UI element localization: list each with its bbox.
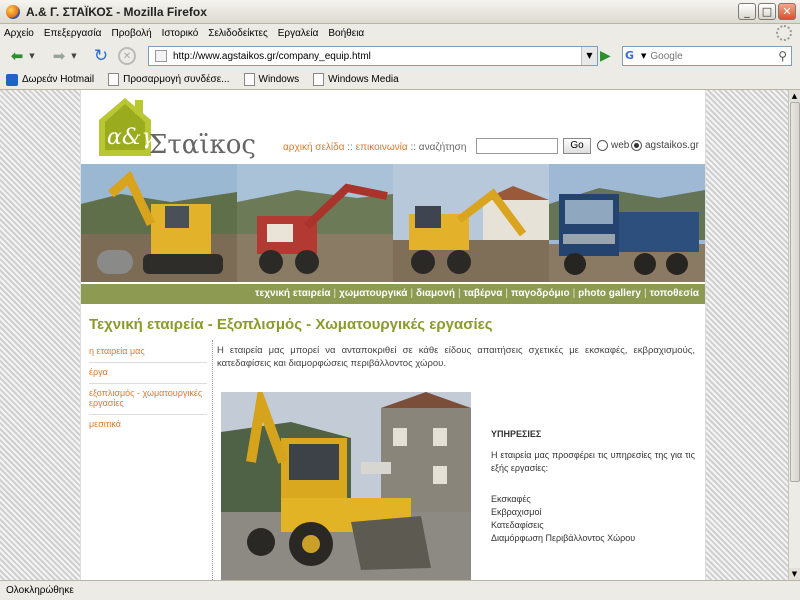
scroll-down-icon[interactable]: ▼ [789, 568, 800, 580]
forward-arrow-icon[interactable]: ➡ [48, 45, 70, 67]
address-bar[interactable]: http://www.agstaikos.gr/company_equip.ht… [148, 46, 598, 66]
vertical-scrollbar[interactable]: ▲ ▼ [788, 90, 800, 580]
radio-site-label: agstaikos.gr [645, 140, 699, 151]
menu-bookmarks[interactable]: Σελιδοδείκτες [208, 28, 267, 39]
service-item: Διαμόρφωση Περιβάλλοντος Χώρου [491, 533, 636, 543]
menu-help[interactable]: Βοήθεια [328, 28, 364, 39]
radio-web[interactable] [597, 140, 608, 151]
status-bar: Ολοκληρώθηκε [0, 580, 800, 600]
contact-link[interactable]: επικοινωνία [356, 142, 408, 153]
google-icon[interactable]: G [625, 49, 641, 63]
service-item: Εκσκαφές [491, 494, 531, 504]
go-button[interactable]: Go [563, 138, 591, 154]
radio-web-label: web [611, 140, 630, 151]
service-item: Εκβραχισμοί [491, 507, 542, 517]
bookmark-label: Προσαρμογή συνδέσε... [123, 74, 230, 85]
page-viewport: α&γ Σταϊκος αρχική σελίδα :: επικοινωνία… [0, 90, 788, 580]
nav-tavern[interactable]: ταβέρνα [464, 288, 503, 299]
bookmark-customize-links[interactable]: Προσαρμογή συνδέσε... [108, 73, 230, 86]
menu-view[interactable]: Προβολή [111, 28, 151, 39]
stop-icon[interactable]: ✕ [118, 47, 136, 65]
nav-earthworks[interactable]: χωματουργικά [339, 288, 407, 299]
intro-text: Η εταιρεία μας μπορεί να ανταποκριθεί σε… [217, 345, 695, 369]
back-arrow-icon[interactable]: ⬅ [6, 45, 28, 67]
search-box[interactable]: G ▼ ⚲ [622, 46, 792, 66]
services-panel: ΥΠΗΡΕΣΙΕΣ Η εταιρεία μας προσφέρει τις υ… [491, 428, 695, 545]
nav-ice-rink[interactable]: παγοδρόμιο [511, 288, 570, 299]
top-navigation: αρχική σελίδα :: επικοινωνία :: αναζήτησ… [283, 142, 467, 153]
bookmark-label: Windows [258, 74, 300, 85]
menu-edit[interactable]: Επεξεργασία [44, 28, 102, 39]
photo-backhoe-loader [221, 392, 471, 580]
menu-bar: Αρχείο Επεξεργασία Προβολή Ιστορικό Σελι… [0, 24, 800, 42]
bookmark-hotmail[interactable]: Δωρεάν Hotmail [6, 73, 95, 86]
bookmark-label: Δωρεάν Hotmail [22, 74, 95, 85]
page-title: Τεχνική εταιρεία - Εξοπλισμός - Χωματουρ… [89, 316, 493, 333]
site-logo[interactable]: α&γ Σταϊκος [93, 92, 256, 162]
maximize-button[interactable]: □ [758, 3, 776, 20]
menu-file[interactable]: Αρχείο [4, 28, 34, 39]
search-engine-dropdown-icon[interactable]: ▼ [641, 52, 646, 60]
photo-yellow-excavator [81, 164, 237, 282]
site-search-input[interactable] [476, 138, 558, 154]
minimize-button[interactable]: _ [738, 3, 756, 20]
page-container: α&γ Σταϊκος αρχική σελίδα :: επικοινωνία… [80, 90, 706, 580]
scroll-thumb[interactable] [790, 102, 800, 482]
menu-tools[interactable]: Εργαλεία [278, 28, 319, 39]
side-item-our-company[interactable]: η εταιρεία μας [89, 342, 207, 363]
firefox-icon [6, 4, 20, 19]
radio-site[interactable] [631, 140, 642, 151]
url-text[interactable]: http://www.agstaikos.gr/company_equip.ht… [173, 51, 371, 62]
window-titlebar: Α.& Γ. ΣΤΑΪΚΟΣ - Mozilla Firefox _ □ ✕ [0, 0, 800, 24]
search-label: αναζήτηση [418, 142, 467, 153]
side-navigation: η εταιρεία μας έργα εξοπλισμός - χωματου… [89, 342, 207, 435]
back-history-dropdown-icon[interactable]: ▼ [28, 45, 36, 67]
nav-photo-gallery[interactable]: photo gallery [578, 288, 641, 299]
menu-history[interactable]: Ιστορικό [162, 28, 199, 39]
msn-icon [6, 73, 18, 86]
logo-mark: α&γ [107, 125, 155, 150]
magnifier-icon[interactable]: ⚲ [778, 49, 787, 63]
close-button[interactable]: ✕ [778, 3, 796, 20]
sidenav-divider [212, 340, 213, 580]
url-dropdown-icon[interactable]: ▼ [581, 47, 597, 65]
nav-technical-company[interactable]: τεχνική εταιρεία [255, 288, 330, 299]
main-navigation: τεχνική εταιρεία | χωματουργικά | διαμονή | τα… [81, 284, 705, 304]
side-item-projects[interactable]: έργα [89, 363, 207, 384]
scroll-up-icon[interactable]: ▲ [789, 90, 800, 102]
banner-photos [81, 164, 705, 282]
side-item-equipment[interactable]: εξοπλισμός - χωματουργικές εργασίες [89, 384, 207, 415]
photo-blue-truck [549, 164, 705, 282]
house-logo-icon: α&γ [99, 98, 155, 156]
bookmark-windows-media[interactable]: Windows Media [313, 73, 399, 86]
photo-wheeled-excavator [393, 164, 549, 282]
services-heading: ΥΠΗΡΕΣΙΕΣ [491, 429, 542, 439]
brand-name: Σταϊκος [149, 130, 256, 160]
side-item-real-estate[interactable]: μεσιτικά [89, 415, 207, 435]
page-icon [155, 50, 167, 62]
bookmark-windows[interactable]: Windows [243, 73, 300, 86]
forward-history-dropdown-icon[interactable]: ▼ [70, 45, 78, 67]
navigation-toolbar: ⬅ ▼ ➡ ▼ ↻ ✕ ⌂ http://www.agstaikos.gr/co… [0, 42, 800, 70]
search-input[interactable] [650, 50, 771, 62]
page-icon [313, 73, 325, 86]
page-icon [108, 73, 120, 86]
go-arrow-icon[interactable]: ▶ [600, 48, 611, 64]
throbber-icon [776, 25, 792, 41]
nav-location[interactable]: τοποθεσία [650, 288, 699, 299]
photo-red-excavator [237, 164, 393, 282]
service-item: Κατεδαφίσεις [491, 520, 544, 530]
bookmarks-toolbar: Δωρεάν Hotmail Προσαρμογή συνδέσε... Win… [0, 70, 800, 90]
bookmark-label: Windows Media [328, 74, 399, 85]
nav-accommodation[interactable]: διαμονή [416, 288, 455, 299]
services-description: Η εταιρεία μας προσφέρει τις υπηρεσίες τ… [491, 450, 695, 473]
window-title: Α.& Γ. ΣΤΑΪΚΟΣ - Mozilla Firefox [26, 4, 207, 19]
reload-icon[interactable]: ↻ [90, 45, 112, 67]
page-icon [243, 73, 255, 86]
home-link[interactable]: αρχική σελίδα [283, 142, 344, 153]
